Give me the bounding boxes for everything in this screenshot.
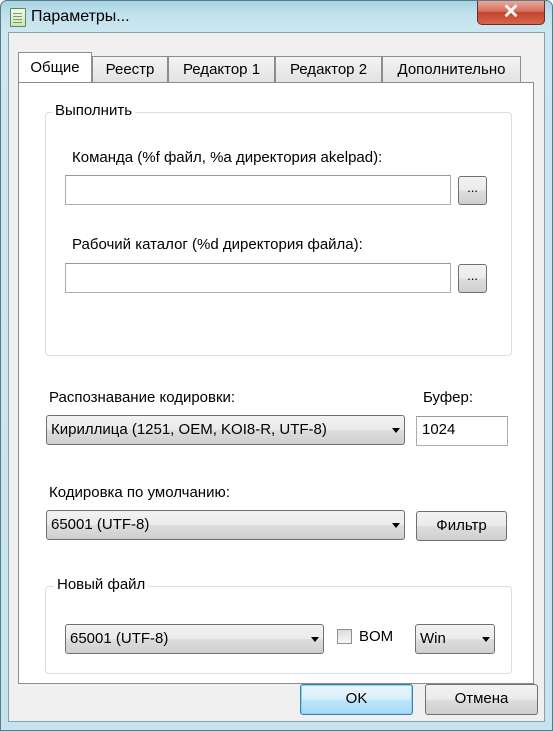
dialog-client: Общие Реестр Редактор 1 Редактор 2 Допол…	[8, 32, 545, 722]
chevron-down-icon	[482, 637, 490, 642]
workdir-input[interactable]	[65, 263, 451, 293]
execute-group-label: Выполнить	[52, 102, 136, 119]
command-label: Команда (%f файл, %a директория akelpad)…	[72, 149, 383, 166]
title-bar[interactable]: Параметры... ✕	[1, 1, 552, 33]
ok-button[interactable]: OK	[300, 684, 413, 715]
tab-editor-1[interactable]: Редактор 1	[168, 56, 275, 82]
window-title: Параметры...	[31, 8, 130, 25]
default-encoding-select[interactable]: 65001 (UTF-8)	[46, 510, 405, 540]
filter-button[interactable]: Фильтр	[416, 511, 507, 541]
new-file-encoding-select[interactable]: 65001 (UTF-8)	[65, 624, 324, 654]
command-input[interactable]	[65, 175, 451, 205]
tab-panel-general: Выполнить Команда (%f файл, %a директори…	[18, 82, 534, 684]
buffer-label: Буфер:	[423, 389, 474, 406]
new-file-encoding-value: 65001 (UTF-8)	[70, 630, 169, 647]
close-button[interactable]: ✕	[477, 1, 545, 25]
encoding-detect-label: Распознавание кодировки:	[49, 389, 236, 406]
newline-select[interactable]: Win	[415, 624, 495, 654]
bom-label: BOM	[359, 628, 394, 645]
bom-checkbox[interactable]	[337, 629, 352, 644]
tab-registry[interactable]: Реестр	[92, 56, 168, 82]
tab-advanced[interactable]: Дополнительно	[382, 56, 521, 82]
tab-general[interactable]: Общие	[18, 52, 92, 82]
buffer-input[interactable]: 1024	[416, 416, 508, 446]
cancel-button[interactable]: Отмена	[425, 684, 538, 715]
default-encoding-label: Кодировка по умолчанию:	[49, 484, 230, 501]
chevron-down-icon	[392, 523, 400, 528]
newline-value: Win	[420, 630, 446, 647]
chevron-down-icon	[311, 637, 319, 642]
options-dialog: Параметры... ✕ Общие Реестр Редактор 1 Р…	[0, 0, 553, 731]
encoding-detect-select[interactable]: Кириллица (1251, OEM, KOI8-R, UTF-8)	[46, 415, 405, 445]
notepad-icon	[10, 8, 26, 27]
encoding-detect-value: Кириллица (1251, OEM, KOI8-R, UTF-8)	[51, 421, 327, 438]
workdir-browse-button[interactable]: ...	[458, 264, 487, 293]
workdir-label: Рабочий каталог (%d директория файла):	[72, 236, 363, 253]
chevron-down-icon	[392, 428, 400, 433]
tab-editor-2[interactable]: Редактор 2	[275, 56, 382, 82]
command-browse-button[interactable]: ...	[458, 176, 487, 205]
default-encoding-value: 65001 (UTF-8)	[51, 516, 150, 533]
new-file-group-label: Новый файл	[54, 576, 149, 593]
